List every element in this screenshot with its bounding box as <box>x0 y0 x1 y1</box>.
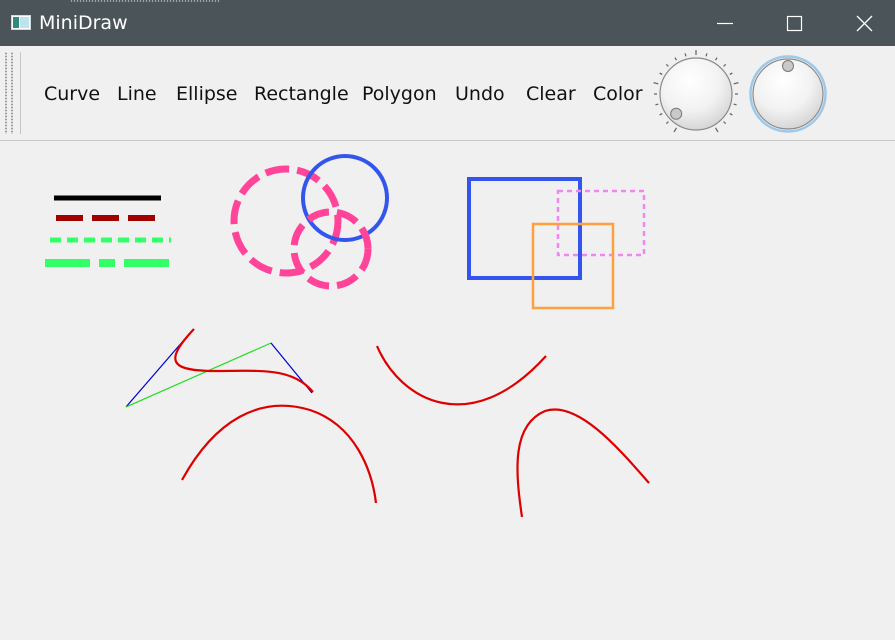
rectangle-button[interactable]: Rectangle <box>254 82 349 106</box>
curve-button[interactable]: Curve <box>44 82 100 106</box>
close-icon <box>856 15 873 32</box>
minimize-icon <box>717 22 733 25</box>
undo-button[interactable]: Undo <box>455 82 505 106</box>
title-bar-decoration <box>70 0 220 2</box>
maximize-button[interactable] <box>760 0 828 46</box>
dial-notch <box>733 103 737 106</box>
dial-notch <box>705 53 708 57</box>
dashed-pink-ellipse <box>230 165 342 277</box>
bezier-curve <box>174 328 314 393</box>
dial-notch <box>729 72 733 76</box>
dial-notch <box>665 63 669 67</box>
close-button[interactable] <box>828 0 895 46</box>
ellipse-button[interactable]: Ellipse <box>176 82 238 106</box>
dial-notch <box>659 72 663 76</box>
blue-rectangle <box>467 177 582 280</box>
color-button[interactable]: Color <box>593 82 643 106</box>
dial-notch <box>674 57 678 61</box>
minimize-button[interactable] <box>691 0 759 46</box>
dial-indicator <box>782 60 794 72</box>
dial-notch <box>659 112 663 116</box>
dial-notch <box>684 53 687 57</box>
window-title: MiniDraw <box>39 12 128 34</box>
dial-knob <box>659 57 733 131</box>
dial-notch <box>723 121 727 125</box>
dial-notch <box>723 63 727 67</box>
line-button[interactable]: Line <box>117 82 157 106</box>
clear-button[interactable]: Clear <box>526 82 576 106</box>
orange-rectangle <box>531 222 615 310</box>
dial-notch <box>665 121 669 125</box>
title-bar: MiniDraw <box>0 0 895 46</box>
polygon-button[interactable]: Polygon <box>362 82 437 106</box>
arch-curve <box>181 404 378 504</box>
drawing-canvas[interactable] <box>0 141 895 640</box>
dial-notch <box>733 81 739 85</box>
dial-notch <box>714 127 719 133</box>
dial-notch <box>655 103 659 106</box>
toolbar: Curve Line Ellipse Rectangle Polygon Und… <box>0 46 895 141</box>
blue-ellipse <box>301 154 389 242</box>
pen-width-dial[interactable] <box>652 50 740 138</box>
dial-notch <box>673 127 678 133</box>
dial-notch <box>729 112 733 116</box>
dial-indicator <box>670 107 683 120</box>
hook-curve <box>516 408 650 518</box>
app-window-icon <box>11 15 31 30</box>
dial-notch <box>714 57 718 61</box>
toolbar-grip-handle[interactable] <box>3 52 21 134</box>
dial-notch <box>653 81 659 85</box>
pen-style-dial[interactable] <box>744 50 832 138</box>
dashed-pink-ellipse-small <box>290 208 372 290</box>
control-line-green <box>125 342 272 408</box>
maximize-icon <box>786 15 803 32</box>
bowl-curve <box>375 345 547 406</box>
